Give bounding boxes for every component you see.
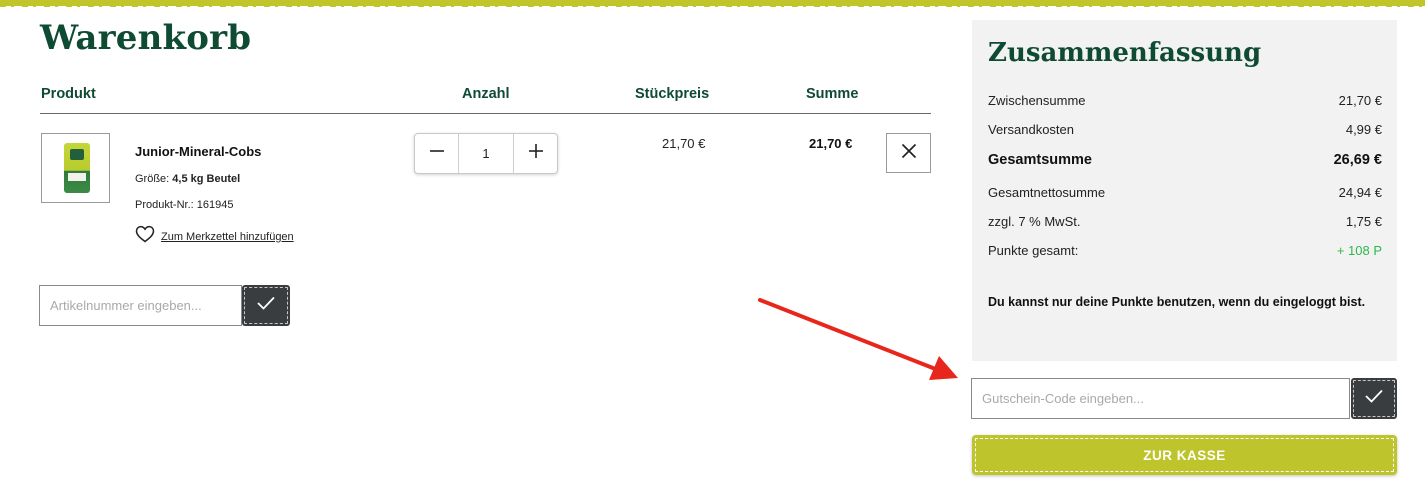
page-title: Warenkorb bbox=[40, 18, 252, 58]
add-to-wishlist-link[interactable]: Zum Merkzettel hinzufügen bbox=[135, 225, 294, 248]
plus-icon bbox=[528, 143, 544, 164]
close-icon bbox=[901, 143, 917, 164]
subtotal-label: Zwischensumme bbox=[988, 93, 1086, 108]
product-size: Größe: 4,5 kg Beutel bbox=[135, 173, 240, 185]
shipping-label: Versandkosten bbox=[988, 122, 1075, 137]
product-size-label: Größe: bbox=[135, 173, 170, 185]
product-image[interactable] bbox=[41, 133, 110, 203]
product-number: Produkt-Nr.: 161945 bbox=[135, 199, 233, 211]
product-bag-picture bbox=[64, 143, 90, 193]
shipping-row: Versandkosten 4,99 € bbox=[988, 122, 1382, 137]
column-header-quantity: Anzahl bbox=[462, 86, 510, 102]
increase-quantity-button[interactable] bbox=[513, 134, 557, 173]
article-number-input[interactable] bbox=[39, 285, 242, 326]
vat-label: zzgl. 7 % MwSt. bbox=[988, 214, 1081, 229]
net-total-value: 24,94 € bbox=[1338, 185, 1382, 200]
subtotal-value: 21,70 € bbox=[1338, 93, 1382, 108]
add-article-button[interactable] bbox=[242, 285, 290, 326]
net-total-row: Gesamtnettosumme 24,94 € bbox=[988, 185, 1382, 200]
wishlist-label: Zum Merkzettel hinzufügen bbox=[161, 230, 294, 243]
column-header-total: Summe bbox=[806, 86, 859, 102]
net-total-label: Gesamtnettosumme bbox=[988, 185, 1106, 200]
order-summary: Zusammenfassung Zwischensumme 21,70 € Ve… bbox=[972, 20, 1397, 361]
summary-title: Zusammenfassung bbox=[988, 38, 1262, 68]
product-size-value: 4,5 kg Beutel bbox=[172, 173, 241, 185]
top-decorative-stripe bbox=[0, 0, 1425, 7]
unit-price: 21,70 € bbox=[662, 136, 706, 151]
checkmark-icon bbox=[1364, 388, 1384, 409]
subtotal-row: Zwischensumme 21,70 € bbox=[988, 93, 1382, 108]
shipping-value: 4,99 € bbox=[1345, 122, 1382, 137]
line-total: 21,70 € bbox=[809, 136, 853, 151]
points-value: + 108 P bbox=[1336, 243, 1382, 258]
remove-item-button[interactable] bbox=[886, 133, 931, 173]
grand-total-value: 26,69 € bbox=[1333, 152, 1382, 168]
minus-icon bbox=[429, 143, 445, 164]
product-number-label: Produkt-Nr.: bbox=[135, 199, 194, 211]
checkout-button[interactable]: ZUR KASSE bbox=[972, 435, 1397, 475]
login-note: Du kannst nur deine Punkte benutzen, wen… bbox=[988, 295, 1366, 309]
heart-icon bbox=[135, 225, 155, 248]
points-label: Punkte gesamt: bbox=[988, 243, 1079, 258]
apply-voucher-button[interactable] bbox=[1351, 378, 1397, 419]
grand-total-row: Gesamtsumme 26,69 € bbox=[988, 152, 1382, 168]
quantity-stepper: 1 bbox=[414, 133, 558, 174]
points-row: Punkte gesamt: + 108 P bbox=[988, 243, 1382, 258]
grand-total-label: Gesamtsumme bbox=[988, 152, 1092, 168]
vat-value: 1,75 € bbox=[1345, 214, 1382, 229]
product-number-value: 161945 bbox=[196, 199, 234, 211]
product-name[interactable]: Junior-Mineral-Cobs bbox=[135, 144, 261, 159]
column-header-unit-price: Stückpreis bbox=[635, 86, 710, 102]
vat-row: zzgl. 7 % MwSt. 1,75 € bbox=[988, 214, 1382, 229]
header-divider bbox=[40, 113, 931, 114]
decrease-quantity-button[interactable] bbox=[415, 134, 459, 173]
column-header-product: Produkt bbox=[41, 86, 96, 102]
quantity-value[interactable]: 1 bbox=[459, 134, 513, 173]
voucher-code-input[interactable] bbox=[971, 378, 1350, 419]
checkmark-icon bbox=[256, 295, 276, 316]
